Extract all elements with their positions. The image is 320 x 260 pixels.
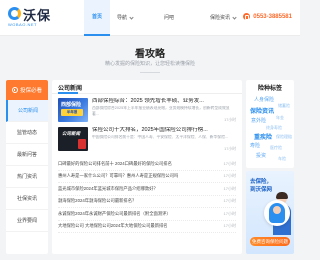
sidebar-header: 投保必看	[6, 80, 48, 100]
list-item[interactable]: 大地保险公司 大地保险公司2024年大地保险公司最新排名 17小时	[58, 221, 236, 233]
chevron-down-icon	[232, 14, 237, 20]
tag-cloud: 人身保险 储蓄险 保险资讯 年金 意外险 终身寿险 重疾险 保险理赔 寿险 医疗…	[248, 94, 292, 164]
category-sidebar: 投保必看 公司新闻 监管动态 最新问答 热门资讯 社保资讯 业界要闻	[6, 80, 48, 254]
list-item[interactable]: 永诚保险2024年永诚财产保险公司最新排名（附全面测评） 17小时	[58, 208, 236, 221]
chat-support-avatar[interactable]	[264, 200, 290, 226]
nav-home[interactable]: 首页	[84, 0, 110, 36]
main-nav: 首页 导航 问吧 保险资讯	[84, 0, 248, 36]
list-item-title[interactable]: 蓝光城市保险2024年蓝光城市保险产品介绍哪款好？	[58, 186, 220, 192]
sidebar-item-latest-qa[interactable]: 最新问答	[6, 144, 48, 166]
featured-article[interactable]: 公司新闻 保险公司十大排名，2025年国保险公司排行榜... 中国保险公司排名前…	[58, 127, 236, 152]
sidebar-item-social-security[interactable]: 社保资讯	[6, 188, 48, 210]
tag-link[interactable]: 保险资讯	[250, 106, 274, 115]
tag-cloud-title: 险种标签	[257, 86, 282, 92]
list-item[interactable]: 惠州人寿是一家什么公司？可靠吗？惠州人寿是正规保险公司吗 17小时	[58, 171, 236, 183]
page-title: 看攻略	[135, 49, 165, 60]
tag-link[interactable]: 储蓄险	[278, 103, 290, 109]
list-item-date: 17小时	[223, 185, 236, 191]
tag-link[interactable]: 意外险	[251, 117, 266, 124]
sidebar-item-regulation[interactable]: 监管动态	[6, 122, 48, 144]
logo-mark-icon	[8, 7, 21, 20]
news-panel-header: 公司新闻	[52, 80, 242, 94]
list-item-date: 17小时	[223, 173, 236, 179]
list-item[interactable]: 渤海保险2024年渤海保险公司最新排名？ 17小时	[58, 196, 236, 208]
sidebar-header-label: 投保必看	[19, 88, 42, 94]
list-item-date: 17小时	[223, 198, 236, 204]
article-body: 西部保险综合：2025 领先增长丰硕、业务发... 西部保险综合2025年上半年…	[92, 98, 236, 123]
support-agent-icon	[269, 203, 285, 223]
tag-link[interactable]: 投资	[256, 152, 266, 159]
chevron-down-icon	[129, 14, 134, 20]
sidebar-item-company-news[interactable]: 公司新闻	[6, 100, 48, 122]
tag-link[interactable]: 年金	[276, 115, 284, 121]
nav-home-label: 首页	[91, 14, 102, 20]
banner-line-1: 去保险，	[250, 179, 273, 185]
list-item[interactable]: 蓝光城市保险2024年蓝光城市保险产品介绍哪款好？ 17小时	[58, 183, 236, 196]
article-summary: 中国保险公司排名前十是：中国人寿、平安保险、太平洋保险、人保、新华保险...	[92, 135, 229, 139]
title-underline	[58, 92, 78, 94]
banner-line-2: 到沃保网	[250, 187, 273, 193]
tag-cloud-panel: 险种标签 人身保险 储蓄险 保险资讯 年金 意外险 终身寿险 重疾险 保险理赔 …	[246, 80, 294, 168]
article-date: 17小时	[224, 118, 236, 122]
nav-guide[interactable]: 导航	[110, 0, 140, 36]
page-subtitle: 精心发掘的保险知识，让您轻松读懂保险	[104, 61, 195, 67]
hotline-number: 0553-3885581	[253, 13, 292, 20]
article-summary: 西部保险综合2025年上半年报业绩表现亮眼，业务规模持续增长，创新转型成效显著.…	[92, 106, 230, 116]
article-title[interactable]: 保险公司十大排名，2025年国保险公司排行榜...	[92, 127, 236, 134]
news-list: 口碑最好的保险公司排名前十 2024口碑最好的保险公司排名 17小时 惠州人寿是一…	[58, 158, 236, 233]
nav-news-label: 保险资讯	[209, 15, 230, 21]
hotline[interactable]: 0553-3885581	[243, 13, 292, 20]
tag-link[interactable]: 重疾险	[254, 132, 272, 141]
tag-link[interactable]: 车险	[278, 156, 286, 162]
nav-guide-label: 导航	[116, 15, 127, 21]
sidebar-item-industry[interactable]: 业界要闻	[6, 210, 48, 232]
tag-link[interactable]: 寿险	[250, 142, 260, 149]
article-title[interactable]: 西部保险综合：2025 领先增长丰硕、业务发...	[92, 98, 236, 105]
thumbnail-badge: 半年报	[61, 109, 83, 116]
article-date: 17小时	[224, 147, 236, 151]
free-consult-button[interactable]: 免费咨询保险问题	[250, 237, 290, 246]
list-item-date: 17小时	[223, 223, 236, 229]
nav-qa-label: 问吧	[163, 15, 174, 21]
top-navbar: 沃保 WOBAO.NET 首页 导航 问吧 保险资讯 0553-3885581	[0, 0, 300, 36]
logo-subtitle: WOBAO.NET	[8, 22, 37, 27]
list-item-title[interactable]: 渤海保险2024年渤海保险公司最新排名？	[58, 198, 220, 204]
list-item[interactable]: 口碑最好的保险公司排名前十 2024口碑最好的保险公司排名 17小时	[58, 158, 236, 171]
list-item-title[interactable]: 口碑最好的保险公司排名前十 2024口碑最好的保险公司排名	[58, 161, 220, 167]
tag-link[interactable]: 保险理赔	[276, 134, 292, 140]
sidebar-item-hot-news[interactable]: 热门资讯	[6, 166, 48, 188]
nav-news[interactable]: 保险资讯	[198, 0, 248, 36]
thumbnail-title: 公司新闻	[62, 131, 80, 136]
thumbnail-decoration	[78, 139, 86, 149]
page-hero: 看攻略 精心发掘的保险知识，让您轻松读懂保险	[0, 37, 300, 79]
site-logo[interactable]: 沃保 WOBAO.NET	[8, 6, 54, 30]
tag-link[interactable]: 人身保险	[254, 96, 274, 103]
list-item-title[interactable]: 惠州人寿是一家什么公司？可靠吗？惠州人寿是正规保险公司吗	[58, 173, 220, 179]
list-item-title[interactable]: 永诚保险2024年永诚财产保险公司最新排名（附全面测评）	[58, 211, 220, 217]
news-panel: 公司新闻 西部保险 半年报 西部保险综合：2025 领先增长丰硕、业务发... …	[52, 80, 242, 254]
info-icon	[11, 87, 18, 93]
article-body: 保险公司十大排名，2025年国保险公司排行榜... 中国保险公司排名前十是：中国…	[92, 127, 236, 152]
list-item-date: 17小时	[223, 160, 236, 166]
thumbnail-title: 西部保险	[61, 102, 82, 108]
tag-link[interactable]: 终身寿险	[266, 125, 282, 131]
list-item-date: 17小时	[223, 210, 236, 216]
list-item-title[interactable]: 大地保险公司 大地保险公司2024年大地保险公司最新排名	[58, 223, 220, 229]
divider	[140, 72, 160, 73]
featured-article[interactable]: 西部保险 半年报 西部保险综合：2025 领先增长丰硕、业务发... 西部保险综…	[58, 98, 236, 123]
article-thumbnail[interactable]: 西部保险 半年报	[58, 98, 88, 122]
nav-qa[interactable]: 问吧	[140, 0, 198, 36]
news-panel-title: 公司新闻	[58, 86, 83, 92]
phone-icon	[243, 13, 251, 20]
article-thumbnail[interactable]: 公司新闻	[58, 127, 88, 151]
tag-link[interactable]: 医疗险	[270, 145, 282, 151]
